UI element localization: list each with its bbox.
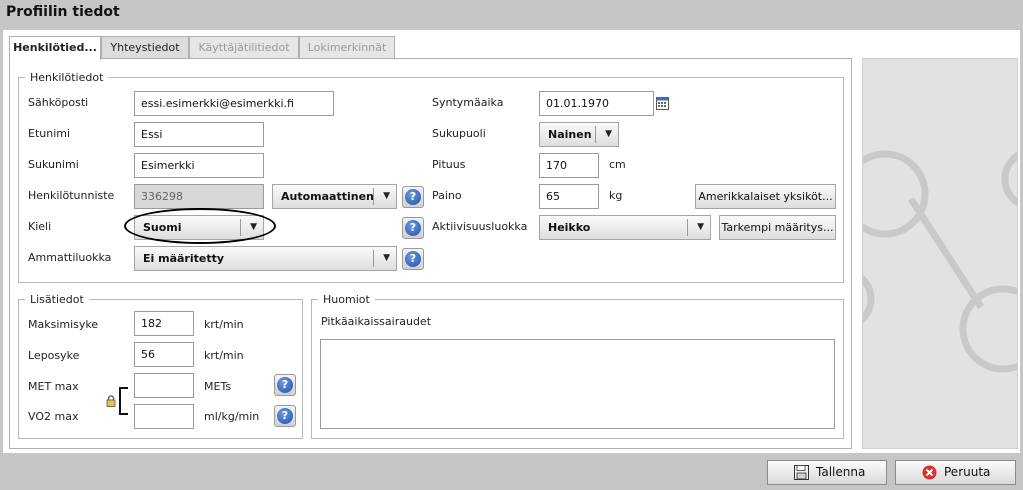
firstname-label: Etunimi: [28, 127, 71, 140]
tab-contact[interactable]: Yhteystiedot: [101, 36, 189, 59]
lock-icon[interactable]: [106, 395, 116, 407]
ssn-mode-value: Automaattinen: [281, 190, 374, 203]
lastname-label: Sukunimi: [28, 158, 79, 171]
chevron-down-icon: ▼: [383, 191, 390, 201]
link-bracket: [119, 387, 128, 415]
occupation-label: Ammattiluokka: [28, 251, 112, 264]
notes-legend: Huomiot: [318, 293, 375, 306]
maxhr-label: Maksimisyke: [28, 318, 99, 331]
lastname-input[interactable]: Esimerkki: [134, 153, 264, 178]
chevron-down-icon: ▼: [605, 129, 612, 139]
gender-value: Nainen: [548, 128, 592, 141]
cancel-button[interactable]: Peruuta: [895, 460, 1016, 485]
activity-label: Aktiivisuusluokka: [432, 220, 528, 233]
ssn-label: Henkilötunniste: [28, 189, 115, 202]
chronic-diseases-label: Pitkäaikaissairaudet: [321, 315, 432, 328]
tab-log[interactable]: Lokimerkinnät: [299, 36, 395, 59]
calendar-icon[interactable]: [656, 97, 669, 110]
occupation-value: Ei määritetty: [143, 252, 225, 265]
birthdate-input[interactable]: 01.01.1970: [539, 91, 654, 116]
email-label: Sähköposti: [28, 96, 89, 109]
window-title: Profiilin tiedot: [6, 4, 120, 20]
help-icon: ?: [405, 189, 421, 205]
weight-unit: kg: [609, 189, 623, 202]
network-graphic: [863, 150, 1017, 373]
help-button-vo2max[interactable]: ?: [274, 405, 296, 427]
help-icon: ?: [277, 377, 293, 393]
language-label: Kieli: [28, 220, 52, 233]
cancel-button-label: Peruuta: [944, 465, 991, 479]
personal-legend: Henkilötiedot: [25, 71, 109, 84]
height-unit: cm: [609, 158, 626, 171]
firstname-input[interactable]: Essi: [134, 122, 264, 147]
help-button-occupation[interactable]: ?: [402, 248, 424, 270]
metmax-label: MET max: [28, 380, 79, 393]
profile-image-panel: [862, 58, 1018, 449]
gender-dropdown[interactable]: Nainen ▼: [539, 122, 619, 147]
resthr-unit: krt/min: [204, 349, 244, 362]
extra-legend: Lisätiedot: [25, 293, 89, 306]
help-button-ssn[interactable]: ?: [402, 186, 424, 208]
chevron-down-icon: ▼: [697, 222, 704, 232]
highlight-oval: [124, 208, 276, 244]
vo2max-unit: ml/kg/min: [204, 410, 260, 423]
resthr-input[interactable]: 56: [134, 342, 194, 367]
tab-account[interactable]: Käyttäjätilitiedot: [189, 36, 299, 59]
help-button-language[interactable]: ?: [402, 217, 424, 239]
save-button[interactable]: Tallenna: [767, 460, 887, 485]
occupation-dropdown[interactable]: Ei määritetty ▼: [134, 246, 397, 271]
tab-personal[interactable]: Henkilötied...: [9, 36, 101, 60]
activity-dropdown[interactable]: Heikko ▼: [539, 215, 711, 240]
detailed-definition-button[interactable]: Tarkempi määritys...: [719, 215, 836, 240]
cancel-icon: [922, 465, 937, 480]
email-input[interactable]: essi.esimerkki@esimerkki.fi: [134, 91, 334, 116]
ssn-mode-dropdown[interactable]: Automaattinen ▼: [272, 184, 397, 209]
chevron-down-icon: ▼: [383, 253, 390, 263]
resthr-label: Leposyke: [28, 349, 80, 362]
height-input[interactable]: 170: [539, 153, 599, 178]
vo2max-input[interactable]: [134, 404, 194, 429]
save-button-label: Tallenna: [816, 465, 866, 479]
help-icon: ?: [405, 251, 421, 267]
activity-value: Heikko: [548, 221, 591, 234]
birthdate-label: Syntymäaika: [432, 96, 504, 109]
vo2max-label: VO2 max: [28, 410, 79, 423]
floppy-disk-icon: [794, 465, 809, 480]
gender-label: Sukupuoli: [432, 127, 486, 140]
ssn-input: 336298: [134, 184, 264, 209]
height-label: Pituus: [432, 158, 466, 171]
maxhr-unit: krt/min: [204, 318, 244, 331]
weight-label: Paino: [432, 189, 462, 202]
help-button-metmax[interactable]: ?: [274, 374, 296, 396]
chronic-diseases-textarea[interactable]: [320, 339, 835, 429]
help-icon: ?: [405, 220, 421, 236]
weight-input[interactable]: 65: [539, 184, 599, 209]
maxhr-input[interactable]: 182: [134, 311, 194, 336]
metmax-unit: METs: [204, 380, 232, 393]
us-units-button[interactable]: Amerikkalaiset yksiköt...: [695, 184, 836, 209]
tab-panel: Henkilötiedot Sähköposti essi.esimerkki@…: [9, 58, 852, 449]
help-icon: ?: [277, 408, 293, 424]
metmax-input[interactable]: [134, 373, 194, 398]
